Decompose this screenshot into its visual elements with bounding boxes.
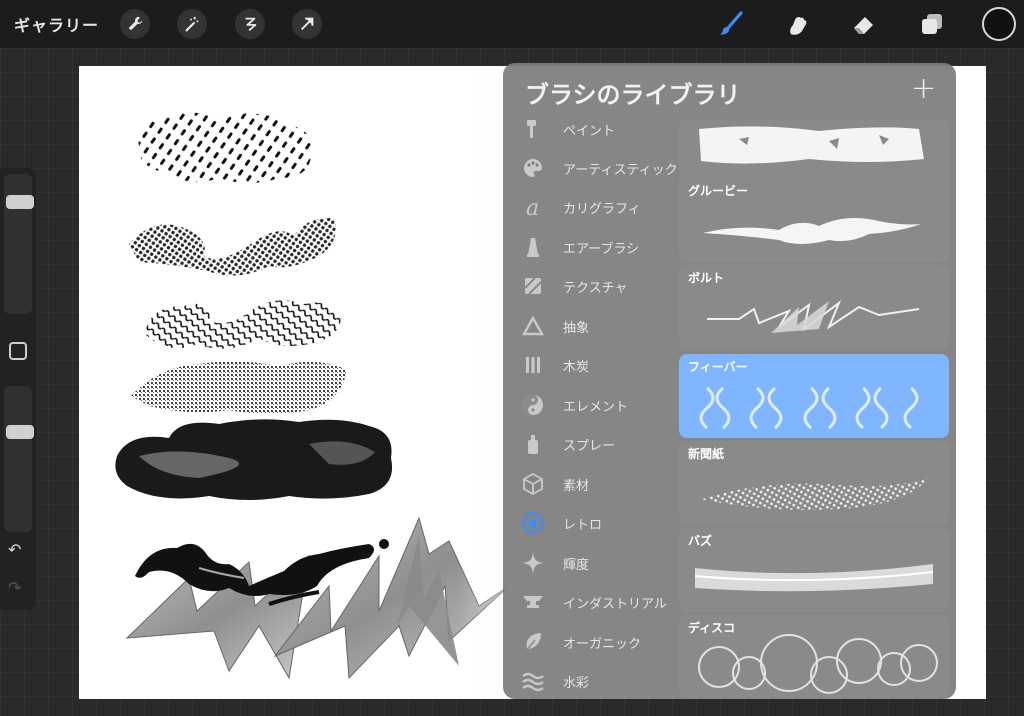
calligraphy-icon: a xyxy=(526,196,539,219)
category-label: スプレー xyxy=(563,439,616,454)
gallery-button[interactable]: ギャラリー xyxy=(14,12,99,36)
eraser-icon[interactable] xyxy=(849,9,879,39)
category-luminance[interactable]: 輝度 xyxy=(503,544,679,584)
redo-icon[interactable]: ↷ xyxy=(8,578,21,597)
smudge-icon[interactable] xyxy=(782,9,812,39)
category-artistic[interactable]: アーティスティック xyxy=(503,149,679,189)
category-label: エアーブラシ xyxy=(563,242,640,257)
canvas-stroke-charcoal xyxy=(115,419,393,500)
category-label: 抽象 xyxy=(563,321,590,336)
charcoal-icon xyxy=(526,357,540,373)
brush-icon[interactable] xyxy=(716,9,746,39)
anvil-icon xyxy=(523,596,543,608)
sparkle-icon xyxy=(522,552,544,574)
brush-size-handle[interactable] xyxy=(6,194,34,209)
category-label: テクスチャ xyxy=(563,281,628,296)
category-elements[interactable]: エレメント xyxy=(503,386,679,426)
triangle-icon xyxy=(521,315,545,336)
yin-yang-icon xyxy=(523,395,543,415)
brush-card-disco[interactable]: ディスコ xyxy=(679,615,949,699)
category-label: レトロ xyxy=(563,518,603,533)
category-paint[interactable]: ペイント xyxy=(503,110,679,150)
category-label: ペイント xyxy=(563,124,616,139)
category-label: カリグラフィ xyxy=(563,202,641,217)
brush-size-slider[interactable] xyxy=(4,174,34,314)
transform-arrow-icon[interactable] xyxy=(292,9,322,39)
color-swatch[interactable] xyxy=(982,7,1016,41)
magic-wand-icon[interactable] xyxy=(177,9,207,39)
category-label: 輝度 xyxy=(563,558,590,573)
category-label: アーティスティック xyxy=(563,163,678,178)
palette-icon xyxy=(523,159,542,177)
category-retro[interactable]: レトロ xyxy=(503,504,679,544)
modify-square-icon[interactable] xyxy=(9,342,27,360)
wrench-icon[interactable] xyxy=(120,9,150,39)
category-charcoal[interactable]: 木炭 xyxy=(503,346,679,386)
category-label: オーガニック xyxy=(563,637,642,652)
spray-can-icon xyxy=(528,435,538,454)
brush-card-buzz[interactable]: バズ xyxy=(679,528,949,612)
left-sidebar: ↶ ↷ xyxy=(0,168,36,610)
opacity-slider[interactable] xyxy=(4,386,34,532)
category-industrial[interactable]: インダストリアル xyxy=(503,583,679,623)
category-texture[interactable]: テクスチャ xyxy=(503,267,679,307)
category-label: 素材 xyxy=(563,479,590,494)
brush-library-title: ブラシのライブラリ xyxy=(525,81,741,109)
opacity-handle[interactable] xyxy=(6,424,34,439)
cube-icon xyxy=(523,472,543,496)
canvas-stroke-squiggle xyxy=(145,300,341,349)
brush-card-fever[interactable]: フィーバー xyxy=(679,354,949,438)
canvas-stroke-halftone xyxy=(129,217,336,276)
category-materials[interactable]: 素材 xyxy=(503,465,679,505)
category-watercolor[interactable]: 水彩 xyxy=(503,662,679,699)
canvas-stroke-grain xyxy=(131,361,347,414)
canvas-stroke-bolts xyxy=(125,516,510,680)
top-toolbar: ギャラリー xyxy=(0,0,1024,48)
selection-icon[interactable] xyxy=(235,9,265,39)
category-label: 水彩 xyxy=(563,676,590,691)
category-abstract[interactable]: 抽象 xyxy=(503,307,679,347)
category-spray[interactable]: スプレー xyxy=(503,425,679,465)
brush-card-groovy[interactable]: グルービー xyxy=(679,178,949,262)
category-label: エレメント xyxy=(563,400,629,415)
leaf-icon xyxy=(525,633,541,652)
canvas-stroke-dashes xyxy=(138,112,313,183)
layers-icon[interactable] xyxy=(917,9,947,39)
texture-icon xyxy=(524,277,542,295)
category-label: 木炭 xyxy=(563,360,590,375)
waves-icon xyxy=(522,672,544,692)
brush-card-bolt[interactable]: ボルト xyxy=(679,265,949,349)
category-airbrush[interactable]: エアーブラシ xyxy=(503,228,679,268)
category-label: インダストリアル xyxy=(563,597,667,612)
paint-icon xyxy=(527,120,536,138)
add-brush-button[interactable]: + xyxy=(911,71,936,106)
undo-icon[interactable]: ↶ xyxy=(8,540,21,559)
category-organic[interactable]: オーガニック xyxy=(503,623,679,663)
category-calligraphy[interactable]: a カリグラフィ xyxy=(503,188,679,228)
brush-card-newspaper[interactable]: 新聞紙 xyxy=(679,441,949,525)
airbrush-icon xyxy=(527,238,539,257)
svg-text:a: a xyxy=(526,196,539,219)
brush-library-panel: ブラシのライブラリ + ペイント アーティスティック a カリグラフィ エアーブ… xyxy=(503,63,956,699)
star-badge-icon xyxy=(522,512,544,534)
